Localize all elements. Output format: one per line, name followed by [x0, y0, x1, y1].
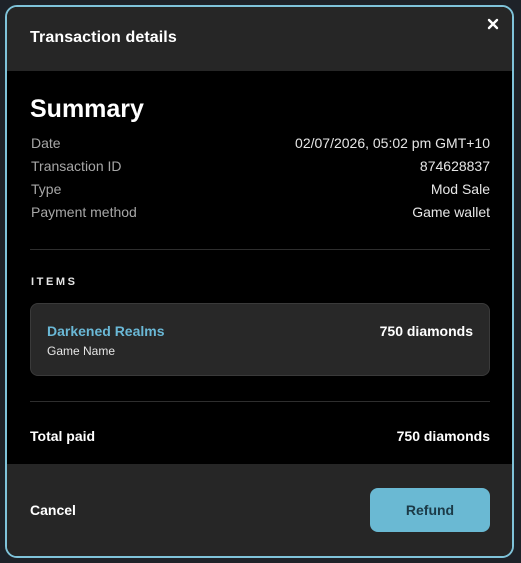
item-card: Darkened Realms Game Name 750 diamonds	[30, 303, 490, 376]
close-icon	[484, 15, 502, 33]
detail-row-date: Date 02/07/2026, 05:02 pm GMT+10	[30, 135, 490, 155]
close-button[interactable]	[484, 15, 502, 33]
total-label: Total paid	[30, 428, 96, 444]
detail-row-transaction-id: Transaction ID 874628837	[30, 158, 490, 178]
detail-row-payment-method: Payment method Game wallet	[30, 204, 490, 224]
detail-value: Mod Sale	[430, 181, 490, 197]
detail-value: 02/07/2026, 05:02 pm GMT+10	[295, 135, 490, 151]
modal-footer: Cancel Refund	[7, 464, 512, 556]
divider	[30, 249, 490, 250]
detail-label: Payment method	[31, 204, 137, 220]
items-heading: ITEMS	[31, 276, 78, 288]
item-name-link[interactable]: Darkened Realms	[47, 323, 165, 339]
item-price: 750 diamonds	[379, 323, 473, 339]
divider	[30, 401, 490, 402]
detail-row-type: Type Mod Sale	[30, 181, 490, 201]
item-subtitle: Game Name	[47, 344, 116, 358]
summary-title: Summary	[30, 95, 144, 123]
detail-label: Date	[31, 135, 61, 151]
modal-header: Transaction details	[7, 7, 512, 71]
transaction-details-modal: Transaction details Summary Date 02/07/2…	[5, 5, 514, 558]
detail-value: 874628837	[419, 158, 490, 174]
total-value: 750 diamonds	[396, 428, 490, 444]
modal-title: Transaction details	[30, 29, 177, 46]
detail-label: Type	[31, 181, 62, 197]
detail-label: Transaction ID	[31, 158, 122, 174]
refund-button[interactable]: Refund	[370, 488, 490, 532]
cancel-button[interactable]: Cancel	[30, 502, 76, 518]
detail-value: Game wallet	[412, 204, 490, 220]
